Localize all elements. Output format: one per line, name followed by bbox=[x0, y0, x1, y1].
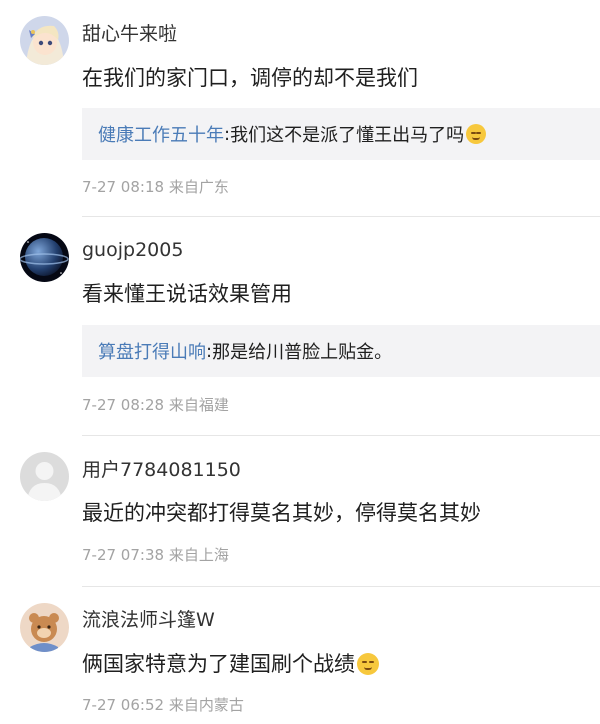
comment-text: 最近的冲突都打得莫名其妙，停得莫名其妙 bbox=[82, 498, 481, 528]
comment-meta: 7-27 08:18 来自广东 bbox=[82, 177, 229, 197]
username[interactable]: 流浪法师斗篷W bbox=[82, 607, 215, 633]
comment-item: 流浪法师斗篷W 俩国家特意为了建国刷个战绩 7-27 06:52 来自内蒙古 bbox=[0, 587, 600, 724]
comment-time: 7-27 08:28 bbox=[82, 396, 165, 414]
comment-text: 俩国家特意为了建国刷个战绩 bbox=[82, 649, 379, 679]
comment-location: 来自福建 bbox=[168, 396, 229, 414]
comment-text-body: 在我们的家门口，调停的却不是我们 bbox=[82, 66, 418, 90]
avatar[interactable] bbox=[20, 233, 69, 282]
avatar[interactable] bbox=[20, 452, 69, 501]
comment-time: 7-27 07:38 bbox=[82, 546, 165, 564]
comment-time: 7-27 08:18 bbox=[82, 178, 165, 196]
reply-author[interactable]: 算盘打得山响 bbox=[98, 338, 206, 364]
comment-time: 7-27 06:52 bbox=[82, 696, 165, 714]
comment-text: 看来懂王说话效果管用 bbox=[82, 279, 292, 309]
reply-quote[interactable]: 算盘打得山响: 那是给川普脸上贴金。 bbox=[82, 325, 600, 377]
comment-text-body: 俩国家特意为了建国刷个战绩 bbox=[82, 652, 355, 676]
comment-item: guojp2005 看来懂王说话效果管用 算盘打得山响: 那是给川普脸上贴金。 7… bbox=[0, 217, 600, 435]
comment-item: 用户7784081150 最近的冲突都打得莫名其妙，停得莫名其妙 7-27 07… bbox=[0, 436, 600, 586]
reply-text: 那是给川普脸上贴金。 bbox=[212, 342, 393, 363]
comment-meta: 7-27 08:28 来自福建 bbox=[82, 395, 229, 415]
planet-avatar-icon bbox=[20, 233, 69, 282]
reply-quote[interactable]: 健康工作五十年: 我们这不是派了懂王出马了吗 bbox=[82, 108, 600, 160]
comment-meta: 7-27 06:52 来自内蒙古 bbox=[82, 695, 244, 715]
default-user-avatar-icon bbox=[20, 452, 69, 501]
comment-location: 来自内蒙古 bbox=[168, 696, 244, 714]
comment-item: 甜心牛来啦 在我们的家门口，调停的却不是我们 健康工作五十年: 我们这不是派了懂王… bbox=[0, 0, 600, 216]
comment-text-body: 看来懂王说话效果管用 bbox=[82, 282, 292, 306]
avatar[interactable] bbox=[20, 16, 69, 65]
cartoon-avatar-icon bbox=[20, 603, 69, 652]
comment-text: 在我们的家门口，调停的却不是我们 bbox=[82, 63, 418, 93]
anime-girl-avatar-icon bbox=[20, 16, 69, 65]
comment-meta: 7-27 07:38 来自上海 bbox=[82, 545, 229, 565]
relieved-emoji-icon bbox=[357, 653, 379, 675]
username[interactable]: 用户7784081150 bbox=[82, 457, 241, 483]
avatar[interactable] bbox=[20, 603, 69, 652]
comment-location: 来自广东 bbox=[168, 178, 229, 196]
reply-author[interactable]: 健康工作五十年 bbox=[98, 121, 224, 147]
comment-text-body: 最近的冲突都打得莫名其妙，停得莫名其妙 bbox=[82, 501, 481, 525]
username[interactable]: guojp2005 bbox=[82, 237, 183, 263]
shush-emoji-icon bbox=[466, 124, 487, 144]
username[interactable]: 甜心牛来啦 bbox=[82, 21, 177, 47]
reply-text: 我们这不是派了懂王出马了吗 bbox=[230, 125, 465, 146]
comment-location: 来自上海 bbox=[168, 546, 229, 564]
